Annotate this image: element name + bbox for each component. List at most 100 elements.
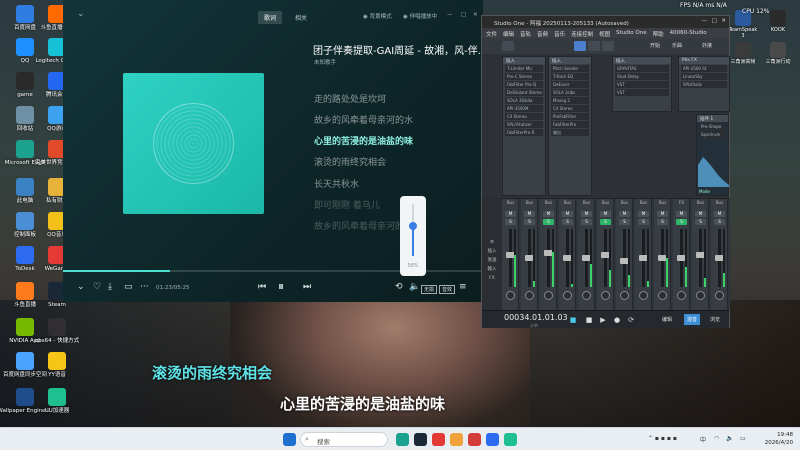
steam-icon[interactable] <box>414 433 427 446</box>
accompaniment-toggle[interactable]: ◉ 伴唱播放中 <box>403 12 437 20</box>
lyric-line[interactable]: 滚烫的雨终究相会 <box>314 155 386 168</box>
insert-pane[interactable]: Mix FX API-2500 St LinearSky SPLVitaliz <box>678 56 730 112</box>
pointer-tool-icon[interactable] <box>574 41 586 51</box>
song-artist[interactable]: 未知歌手 <box>314 58 336 66</box>
chevron-down-icon[interactable]: ⌄ <box>77 9 85 19</box>
pan-knob[interactable] <box>677 291 686 300</box>
mixer-channel[interactable]: FX M S <box>673 199 690 311</box>
minimize-icon[interactable]: — <box>702 18 708 24</box>
maximize-icon[interactable]: □ <box>712 18 717 24</box>
edit-tab[interactable]: 编辑 <box>662 316 672 323</box>
tool-icon[interactable] <box>502 41 514 51</box>
fader-track[interactable] <box>715 229 724 287</box>
insert-slot[interactable]: 输出 <box>551 129 589 136</box>
insert-slot[interactable]: C4 Stereo <box>551 105 589 112</box>
fader-track[interactable] <box>639 229 648 287</box>
tray-icons[interactable]: ⌃ ▪ ▪ ▪ ▪ <box>648 435 677 442</box>
insert-slot[interactable]: Stud Delay <box>615 73 669 80</box>
search-input[interactable]: 搜索 <box>300 432 388 447</box>
lossless-button[interactable]: 无损 <box>421 285 438 294</box>
desktop-icon[interactable]: 三角洲行动 <box>762 42 794 65</box>
solo-button[interactable]: S <box>619 219 630 225</box>
insert-slot[interactable]: C4 Stereo <box>505 113 543 120</box>
mute-button[interactable]: M <box>638 211 649 217</box>
volume-slider-popup[interactable]: 58% <box>400 196 426 276</box>
mute-button[interactable]: M <box>505 211 516 217</box>
insert-slot[interactable]: SOLA 3Sibila <box>505 97 543 104</box>
fader-track[interactable] <box>544 229 553 287</box>
insert-slot[interactable]: Pitch Sender <box>551 65 589 72</box>
mix-tab[interactable]: 混音 <box>684 314 701 325</box>
lyric-line[interactable]: 长天共秋水 <box>314 177 359 190</box>
menu-item[interactable]: Studio One <box>616 30 646 36</box>
mute-button[interactable]: M <box>714 211 725 217</box>
insert-slot[interactable]: GRAVITAS <box>615 65 669 72</box>
start-button[interactable]: 开始 <box>650 42 660 49</box>
lyric-line[interactable]: 走的路处处是坎坷 <box>314 92 386 105</box>
desktop-icon[interactable]: UU加速器 <box>36 388 78 415</box>
menu-item[interactable]: 文件 <box>486 30 497 38</box>
insert-slot[interactable]: API-2500 St <box>681 65 727 72</box>
menu-item[interactable]: 连接控制 <box>571 30 593 38</box>
insert-slot[interactable]: T-Limiter Mic <box>505 65 543 72</box>
pan-knob[interactable] <box>506 291 515 300</box>
pan-knob[interactable] <box>696 291 705 300</box>
mixer-channel[interactable]: Bus M S <box>692 199 709 311</box>
clock[interactable]: 19:48 2026/4/20 <box>757 431 793 447</box>
insert-pane[interactable]: 插入 T-Limiter Mic Pro-C Stereo FabFilter Pro… <box>502 56 546 196</box>
mute-button[interactable]: M <box>524 211 535 217</box>
mute-button[interactable]: M <box>543 211 554 217</box>
lyric-line-current[interactable]: 心里的苦浸的是油盐的味 <box>314 134 413 147</box>
desktop-icon[interactable]: obs64 - 快捷方式 <box>35 318 79 345</box>
insert-slot[interactable]: ProFabFilter <box>551 113 589 120</box>
pan-knob[interactable] <box>601 291 610 300</box>
insert-slot[interactable]: VST <box>615 81 669 88</box>
insert-slot[interactable]: Pro-C Stereo <box>505 73 543 80</box>
battery-icon[interactable]: ▭ <box>740 435 746 442</box>
spectrum-mode[interactable]: Mode <box>699 189 710 194</box>
menu-item[interactable]: 音频 <box>537 30 548 38</box>
loop-icon[interactable]: ⟲ <box>395 282 403 292</box>
start-icon[interactable] <box>283 433 296 446</box>
volume-icon[interactable]: 🔈 <box>409 282 420 292</box>
mixer-channel[interactable]: Bus M S <box>654 199 671 311</box>
more-icon[interactable]: ··· <box>140 282 149 292</box>
menu-item[interactable]: 编辑 <box>503 30 514 38</box>
solo-button[interactable]: S <box>524 219 535 225</box>
menu-item[interactable]: 视图 <box>599 30 610 38</box>
pan-knob[interactable] <box>715 291 724 300</box>
insert-slot[interactable]: LinearSky <box>681 73 727 80</box>
mute-button[interactable]: M <box>619 211 630 217</box>
song-button[interactable]: 乐曲 <box>672 42 682 49</box>
loop-icon[interactable]: ■ <box>568 315 578 325</box>
desktop-icon[interactable]: 三角洲高帧 <box>727 42 759 65</box>
fader-track[interactable] <box>506 229 515 287</box>
insert-slot[interactable]: VST <box>615 89 669 96</box>
fader-track[interactable] <box>658 229 667 287</box>
folder-icon[interactable] <box>450 433 463 446</box>
edge-icon[interactable] <box>396 433 409 446</box>
insert-pane[interactable]: 插入 Pitch Sender T-Rack EQ DeEsser SOLA 3sibs… <box>548 56 592 196</box>
pan-knob[interactable] <box>525 291 534 300</box>
maximize-icon[interactable]: □ <box>461 12 466 18</box>
solo-button[interactable]: S <box>581 219 592 225</box>
menu-item[interactable]: 40060-Studio <box>670 30 707 36</box>
pan-knob[interactable] <box>544 291 553 300</box>
insert-slot[interactable]: Spectrum <box>699 131 726 138</box>
play-icon[interactable]: ▶ <box>598 315 608 325</box>
mixer-channel[interactable]: Bus M S <box>540 199 557 311</box>
pan-knob[interactable] <box>620 291 629 300</box>
mixer-channel[interactable]: Bus M S <box>616 199 633 311</box>
insert-slot[interactable]: SOLA 3sibs <box>551 89 589 96</box>
mixer-channel[interactable]: Bus M S <box>711 199 728 311</box>
qqmusic-icon[interactable] <box>504 433 517 446</box>
next-icon[interactable]: ⏭ <box>303 282 311 292</box>
mixer-channel[interactable]: Bus M S <box>597 199 614 311</box>
solo-button[interactable]: S <box>695 219 706 225</box>
pan-knob[interactable] <box>639 291 648 300</box>
mute-button[interactable]: M <box>562 211 573 217</box>
solo-button[interactable]: S <box>638 219 649 225</box>
pan-knob[interactable] <box>658 291 667 300</box>
download-icon[interactable]: ⤓ <box>108 282 112 292</box>
playlist-icon[interactable]: ≡ <box>459 282 467 292</box>
